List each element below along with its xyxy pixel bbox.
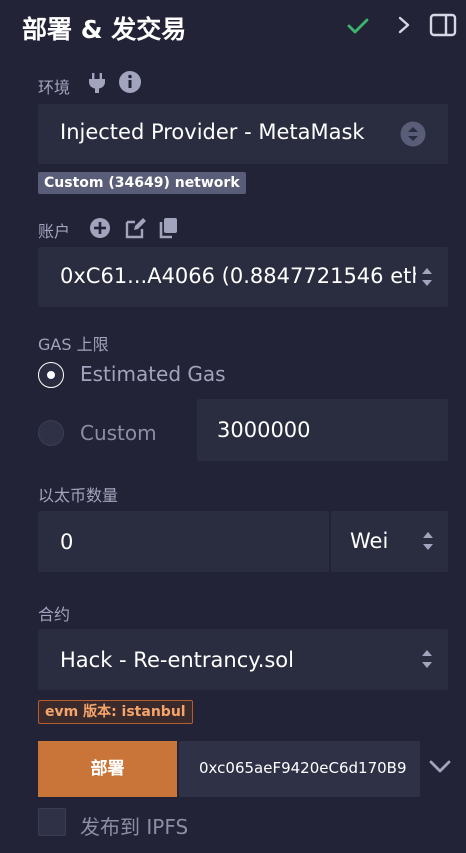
environment-label: 环境 [38,78,71,97]
deploy-button[interactable]: 部署 [38,741,177,797]
contract-select[interactable]: Hack - Re-entrancy.sol [38,629,448,690]
gas-limit-value: 3000000 [217,418,311,442]
copy-icon[interactable] [157,216,179,240]
deploy-address-input[interactable]: 0xc065aeF9420eC6d170B9 [179,741,420,797]
value-amount: 0 [60,530,74,554]
deploy-address-value: 0xc065aeF9420eC6d170B9 [199,759,407,777]
gas-limit-label: GAS 上限 [38,335,109,354]
value-unit-select[interactable]: Wei [331,511,448,572]
estimated-gas-label[interactable]: Estimated Gas [80,362,226,386]
side-panel-toggle-icon[interactable] [429,12,457,38]
panel-title: 部署 & 发交易 [22,15,187,44]
estimated-gas-radio[interactable] [38,362,64,388]
check-icon[interactable] [346,14,370,38]
edit-icon[interactable] [124,216,148,240]
plug-icon [89,73,105,93]
select-arrows-icon [400,121,426,147]
select-arrows-icon [422,650,432,668]
contract-label: 合约 [38,605,71,624]
custom-gas-radio[interactable] [38,420,64,446]
gas-limit-input[interactable]: 3000000 [197,399,448,461]
environment-select[interactable]: Injected Provider - MetaMask [38,104,448,164]
environment-selected-value: Injected Provider - MetaMask [60,120,365,144]
radio-selected-dot [47,371,55,379]
account-label: 账户 [38,222,71,241]
value-unit: Wei [350,529,389,553]
info-icon[interactable] [118,70,142,94]
account-selected-value: 0xC61...A4066 (0.8847721546 eth) [60,264,416,288]
evm-version-badge: evm 版本: istanbul [38,700,193,724]
chevron-right-icon[interactable] [394,13,414,37]
add-account-icon[interactable] [89,217,111,239]
publish-ipfs-label[interactable]: 发布到 IPFS [80,811,188,840]
network-badge: Custom (34649) network [38,172,246,194]
chevron-down-icon[interactable] [428,758,452,776]
value-label: 以太币数量 [38,486,119,505]
custom-gas-label[interactable]: Custom [80,421,157,445]
account-select[interactable]: 0xC61...A4066 (0.8847721546 eth) [38,247,448,307]
select-arrows-icon [423,532,433,550]
value-amount-input[interactable]: 0 [38,511,329,572]
publish-ipfs-checkbox[interactable] [38,808,66,836]
contract-selected-value: Hack - Re-entrancy.sol [60,648,294,672]
select-arrows-icon [422,268,432,286]
